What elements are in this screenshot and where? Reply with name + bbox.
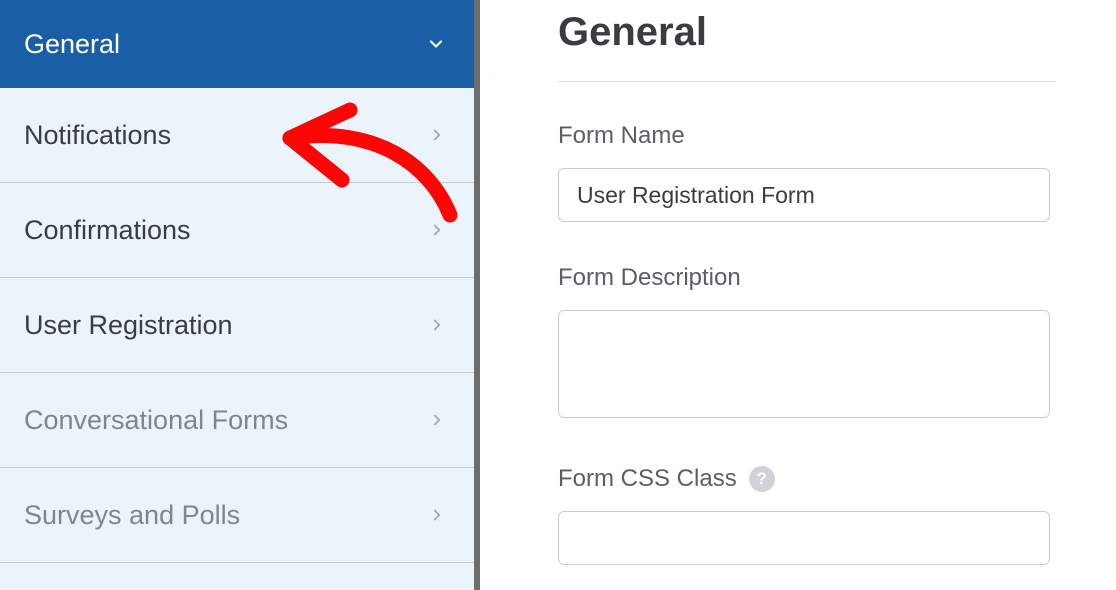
chevron-right-icon [428, 411, 446, 429]
field-form-name: Form Name [558, 122, 1056, 222]
chevron-right-icon [428, 126, 446, 144]
divider [558, 81, 1056, 82]
form-css-class-input[interactable] [558, 511, 1050, 565]
sidebar-item-conversational-forms[interactable]: Conversational Forms [0, 373, 474, 468]
form-name-input[interactable] [558, 168, 1050, 222]
chevron-down-icon [426, 34, 446, 54]
sidebar-item-label: Surveys and Polls [24, 500, 240, 531]
sidebar-item-surveys-and-polls[interactable]: Surveys and Polls [0, 468, 474, 563]
sidebar-item-label: General [24, 29, 120, 60]
form-css-class-label: Form CSS Class ? [558, 465, 1056, 493]
form-description-input[interactable] [558, 310, 1050, 418]
sidebar-item-user-registration[interactable]: User Registration [0, 278, 474, 373]
settings-panel-general: General Form Name Form Description Form … [498, 0, 1116, 590]
field-form-description: Form Description [558, 264, 1056, 423]
sidebar-item-label: Conversational Forms [24, 405, 288, 436]
field-form-css-class: Form CSS Class ? [558, 465, 1056, 565]
form-name-label: Form Name [558, 122, 1056, 150]
settings-sidebar: General Notifications Confirmations User… [0, 0, 480, 590]
help-icon[interactable]: ? [749, 466, 775, 492]
sidebar-item-label: Confirmations [24, 215, 191, 246]
chevron-right-icon [428, 221, 446, 239]
page-title: General [558, 10, 1056, 55]
form-description-label: Form Description [558, 264, 1056, 292]
chevron-right-icon [428, 316, 446, 334]
form-css-class-label-text: Form CSS Class [558, 465, 737, 493]
sidebar-item-general[interactable]: General [0, 0, 474, 88]
sidebar-item-notifications[interactable]: Notifications [0, 88, 474, 183]
sidebar-item-label: Notifications [24, 120, 171, 151]
chevron-right-icon [428, 506, 446, 524]
sidebar-item-confirmations[interactable]: Confirmations [0, 183, 474, 278]
sidebar-item-label: User Registration [24, 310, 233, 341]
